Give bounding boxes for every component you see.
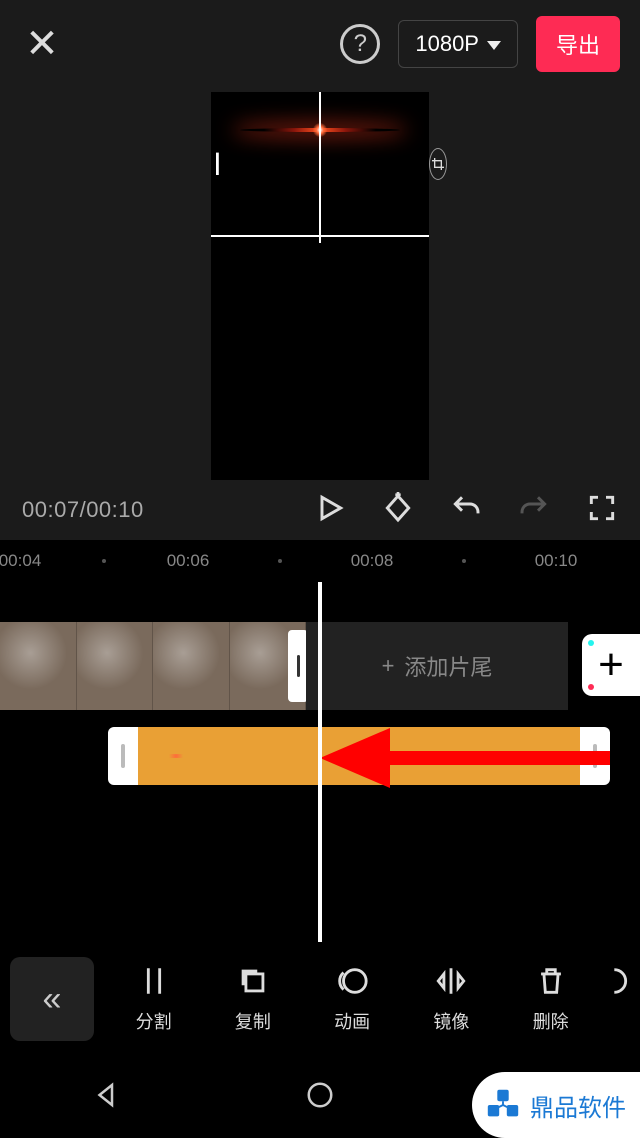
tool-animate[interactable]: 动画 xyxy=(303,964,402,1034)
export-button[interactable]: 导出 xyxy=(536,16,620,72)
tool-label: 复制 xyxy=(235,1008,271,1034)
ruler-dot xyxy=(462,559,466,563)
nav-back-button[interactable] xyxy=(92,1080,122,1115)
plus-icon: + xyxy=(382,653,395,679)
ruler-tick: 00:08 xyxy=(351,551,394,571)
clip-handle-right[interactable] xyxy=(288,630,306,702)
ruler-dot xyxy=(102,559,106,563)
selection-box[interactable] xyxy=(211,92,429,237)
transport-controls xyxy=(314,492,618,529)
top-bar: ✕ ? 1080P 导出 xyxy=(0,0,640,88)
selection-handle-left[interactable] xyxy=(209,147,223,181)
nav-home-button[interactable] xyxy=(305,1080,335,1115)
clip-thumbnail xyxy=(0,622,77,710)
clip-thumbnail xyxy=(77,622,154,710)
close-button[interactable]: ✕ xyxy=(20,21,64,67)
time-display: 00:07/00:10 xyxy=(22,497,144,523)
effect-handle-right[interactable] xyxy=(580,727,610,785)
total-time: 00:10 xyxy=(86,497,144,522)
play-button[interactable] xyxy=(314,492,346,529)
redo-button[interactable] xyxy=(518,492,550,529)
add-ending-label: 添加片尾 xyxy=(404,650,492,682)
tool-split[interactable]: 分割 xyxy=(104,964,203,1034)
time-ruler[interactable]: 00:04 00:06 00:08 00:10 xyxy=(0,540,640,582)
clip-thumbnail xyxy=(153,622,230,710)
preview-area xyxy=(0,88,640,480)
selection-handle-right[interactable] xyxy=(431,147,445,181)
tool-label: 分割 xyxy=(136,1008,172,1034)
video-track xyxy=(0,622,306,710)
watermark-text: 鼎品软件 xyxy=(530,1088,626,1123)
top-right-group: ? 1080P 导出 xyxy=(340,16,620,72)
undo-button[interactable] xyxy=(450,492,482,529)
video-preview[interactable] xyxy=(211,92,429,480)
crop-icon[interactable] xyxy=(429,148,447,180)
add-ending-button[interactable]: + 添加片尾 xyxy=(306,622,568,710)
tool-delete[interactable]: 删除 xyxy=(501,964,600,1034)
fullscreen-button[interactable] xyxy=(586,492,618,529)
collapse-button[interactable]: « xyxy=(10,957,94,1041)
video-clip[interactable] xyxy=(0,622,306,710)
tool-label: 删除 xyxy=(533,1008,569,1034)
tool-list: 分割 复制 动画 镜像 删除 xyxy=(104,964,640,1034)
effect-body[interactable] xyxy=(138,727,580,785)
ruler-tick: 00:06 xyxy=(167,551,210,571)
tool-more[interactable] xyxy=(600,964,640,1034)
effect-thumbnail xyxy=(166,754,186,758)
effect-handle-left[interactable] xyxy=(108,727,138,785)
playhead[interactable] xyxy=(318,582,322,942)
ruler-dot xyxy=(278,559,282,563)
chevron-down-icon xyxy=(487,41,501,50)
ruler-tick: 00:10 xyxy=(535,551,578,571)
add-clip-button[interactable]: + xyxy=(582,634,640,696)
current-time: 00:07 xyxy=(22,497,80,522)
player-controls: 00:07/00:10 xyxy=(0,480,640,540)
tool-copy[interactable]: 复制 xyxy=(203,964,302,1034)
watermark-badge: 鼎品软件 xyxy=(472,1072,640,1138)
ruler-tick: 00:04 xyxy=(0,551,41,571)
keyframe-button[interactable] xyxy=(382,492,414,529)
resolution-select[interactable]: 1080P xyxy=(398,20,518,68)
watermark-icon xyxy=(484,1086,522,1124)
tool-label: 镜像 xyxy=(433,1008,469,1034)
timeline[interactable]: + 添加片尾 + xyxy=(0,582,640,942)
edit-toolbar: « 分割 复制 动画 镜像 删除 xyxy=(0,942,640,1056)
effect-clip[interactable] xyxy=(108,727,610,785)
help-icon[interactable]: ? xyxy=(340,24,380,64)
tool-label: 动画 xyxy=(334,1008,370,1034)
resolution-label: 1080P xyxy=(415,31,479,57)
tool-mirror[interactable]: 镜像 xyxy=(402,964,501,1034)
plus-icon: + xyxy=(598,640,624,690)
